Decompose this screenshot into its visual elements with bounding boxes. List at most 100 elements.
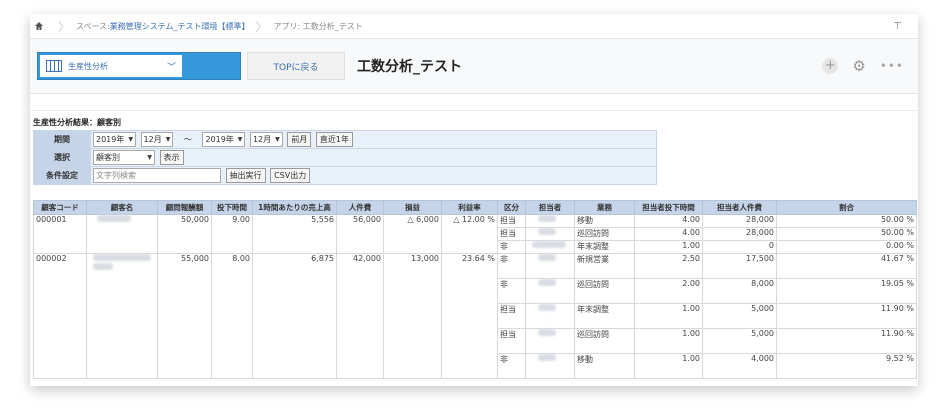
task: 新規営業	[574, 253, 635, 279]
condition-controls: 文字列検索 抽出実行 CSV出力	[90, 166, 657, 185]
staff-redacted	[525, 328, 575, 354]
ratio: 9.52 %	[776, 353, 917, 379]
customer-code: 000001	[33, 214, 87, 254]
table-view-icon	[46, 60, 62, 72]
year-from-select[interactable]: 2019年 ▼	[93, 132, 136, 147]
home-icon[interactable]	[34, 21, 52, 31]
sales-per-hour: 5,556	[252, 214, 337, 254]
view-selector[interactable]: 生産性分析 ﹀	[37, 52, 241, 80]
grouping-select[interactable]: 顧客別 ▼	[93, 150, 155, 165]
col-customer-code[interactable]: 顧客コード	[33, 200, 87, 215]
staff-redacted	[525, 227, 575, 241]
ratio: 41.67 %	[776, 253, 917, 279]
table-row: 000002 55,000 8.00 6,875 42,000 13,000 2…	[33, 253, 917, 379]
profit: △ 6,000	[383, 214, 442, 254]
dropdown-arrow-icon: ▼	[237, 136, 243, 143]
more-options-icon[interactable]: •••	[880, 59, 904, 73]
task: 年末調整	[574, 303, 635, 329]
task: 巡回訪問	[574, 278, 635, 304]
staff-redacted	[525, 303, 575, 329]
task: 巡回訪問	[574, 328, 635, 354]
dropdown-arrow-icon: ▼	[275, 136, 280, 143]
app-window: 〉 スペース: 業務管理システム_テスト環境【標準】 〉 アプリ: 工数分析_テ…	[30, 14, 918, 386]
staff-hours: 1.00	[634, 328, 703, 354]
staff-redacted	[525, 278, 575, 304]
sales-per-hour: 6,875	[252, 253, 337, 379]
staff-redacted	[525, 214, 575, 228]
task: 移動	[574, 353, 635, 379]
staff-redacted	[525, 240, 575, 254]
col-kubun[interactable]: 区分	[497, 200, 526, 215]
col-staff-cost[interactable]: 担当者人件費	[702, 200, 777, 215]
redacted-text	[538, 215, 556, 222]
year-to-select[interactable]: 2019年 ▼	[202, 132, 246, 147]
staff-hours: 1.00	[634, 303, 703, 329]
staff-cost: 5,000	[702, 328, 777, 354]
pin-icon[interactable]: ⊤	[893, 21, 902, 32]
kubun: 非	[497, 253, 526, 279]
chevron-right-icon: 〉	[255, 19, 268, 34]
redacted-text	[538, 254, 556, 261]
redacted-text	[532, 241, 566, 248]
col-customer-name[interactable]: 顧客名	[86, 200, 158, 215]
staff-hours: 4.00	[634, 227, 703, 241]
kubun: 非	[497, 240, 526, 254]
month-to-select[interactable]: 12月 ▼	[249, 132, 283, 147]
view-selector-field[interactable]: 生産性分析 ﹀	[40, 55, 182, 77]
redacted-text	[538, 279, 556, 286]
dropdown-arrow-icon: ▼	[147, 154, 152, 161]
last-year-button[interactable]: 直近1年	[315, 132, 353, 147]
chevron-down-icon: ﹀	[166, 62, 176, 73]
table-row: 000001 50,000 9.00 5,556 56,000 △ 6,000 …	[33, 214, 917, 254]
task: 巡回訪問	[574, 227, 635, 241]
year-from-value: 2019年	[96, 135, 125, 144]
col-profit[interactable]: 損益	[383, 200, 442, 215]
range-tilde: ～	[183, 135, 192, 144]
gear-icon[interactable]: ⚙	[852, 57, 865, 75]
dropdown-arrow-icon: ▼	[165, 136, 171, 143]
header-actions: + ⚙ •••	[822, 57, 904, 75]
year-to-value: 2019年	[205, 135, 234, 144]
hours: 9.00	[211, 214, 253, 254]
ratio: 11.90 %	[776, 328, 917, 354]
profit-rate: 23.64 %	[441, 253, 498, 379]
staff-cost: 4,000	[702, 353, 777, 379]
ratio: 50.00 %	[776, 227, 917, 241]
top-button[interactable]: TOPに戻る	[247, 52, 345, 80]
col-staff-hours[interactable]: 担当者投下時間	[634, 200, 703, 215]
customer-name-redacted	[86, 214, 158, 254]
csv-export-button[interactable]: CSV出力	[270, 168, 311, 183]
col-staff[interactable]: 担当者	[525, 200, 575, 215]
redacted-text	[93, 254, 151, 261]
staff-cost: 5,000	[702, 303, 777, 329]
kubun: 担当	[497, 214, 526, 228]
month-to-value: 12月	[252, 135, 272, 144]
col-labor-cost[interactable]: 人件費	[336, 200, 384, 215]
select-label: 選択	[33, 148, 91, 167]
redacted-text	[93, 263, 113, 270]
col-ratio[interactable]: 割合	[776, 200, 917, 215]
staff-hours: 2.50	[634, 253, 703, 279]
col-task[interactable]: 業務	[574, 200, 635, 215]
task: 移動	[574, 214, 635, 228]
staff-hours: 1.00	[634, 353, 703, 379]
col-hours[interactable]: 投下時間	[211, 200, 253, 215]
fee: 55,000	[157, 253, 212, 379]
prev-month-button[interactable]: 前月	[287, 132, 312, 147]
search-input[interactable]: 文字列検索	[93, 168, 221, 183]
kubun: 非	[497, 353, 526, 379]
col-fee[interactable]: 顧問報酬額	[157, 200, 212, 215]
month-from-select[interactable]: 12月 ▼	[140, 132, 174, 147]
breadcrumb-space-link[interactable]: 業務管理システム_テスト環境【標準】	[110, 21, 250, 32]
staff-hours: 4.00	[634, 214, 703, 228]
staff-hours: 1.00	[634, 240, 703, 254]
col-profit-rate[interactable]: 利益率	[441, 200, 498, 215]
add-record-icon[interactable]: +	[822, 58, 839, 74]
spacer-bar	[30, 94, 918, 111]
hours: 8.00	[211, 253, 253, 379]
ratio: 0.00 %	[776, 240, 917, 254]
col-sales-per-hour[interactable]: 1時間あたりの売上高	[252, 200, 337, 215]
show-button[interactable]: 表示	[159, 150, 184, 165]
breadcrumb: 〉 スペース: 業務管理システム_テスト環境【標準】 〉 アプリ: 工数分析_テ…	[30, 14, 918, 39]
extract-button[interactable]: 抽出実行	[225, 168, 266, 183]
